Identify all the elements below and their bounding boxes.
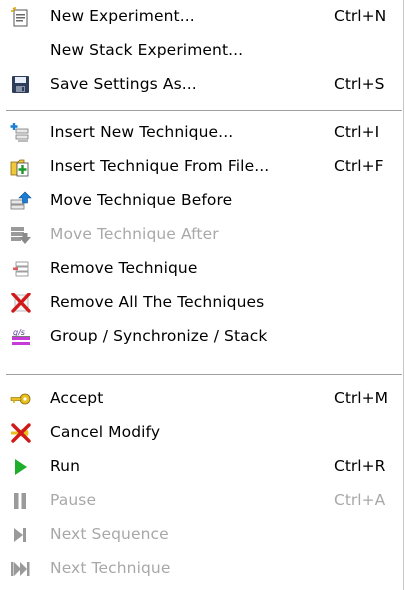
menu-item-label: Next Sequence	[50, 525, 169, 543]
menu-item-label: Insert New Technique...	[50, 123, 234, 141]
menu-item-label: Move Technique Before	[50, 191, 233, 209]
group-synchronize-icon: g/s	[10, 327, 32, 347]
menu-item-new-experiment[interactable]: New Experiment... Ctrl+N	[0, 0, 400, 34]
remove-all-icon	[10, 293, 32, 313]
menu-item-save-settings-as[interactable]: Save Settings As... Ctrl+S	[0, 68, 400, 102]
menu-item-shortcut: Ctrl+N	[334, 7, 387, 25]
insert-technique-icon	[10, 123, 32, 143]
menu-item-new-stack-experiment[interactable]: New Stack Experiment...	[0, 34, 400, 68]
cancel-modify-icon	[10, 423, 32, 443]
remove-technique-icon	[10, 259, 32, 279]
context-menu: New Experiment... Ctrl+N New Stack Exper…	[0, 0, 404, 590]
menu-item-label: Next Technique	[50, 559, 171, 577]
accept-key-icon	[10, 389, 32, 409]
menu-item-shortcut: Ctrl+M	[334, 389, 388, 407]
menu-item-shortcut: Ctrl+R	[334, 457, 386, 475]
menu-item-shortcut: Ctrl+I	[334, 123, 380, 141]
menu-separator	[6, 374, 402, 376]
menu-item-remove-technique[interactable]: Remove Technique	[0, 252, 400, 286]
menu-item-insert-technique-from-file[interactable]: Insert Technique From File... Ctrl+F	[0, 150, 400, 184]
pause-icon	[10, 491, 32, 511]
menu-item-shortcut: Ctrl+S	[334, 75, 385, 93]
menu-item-accept[interactable]: Accept Ctrl+M	[0, 382, 400, 416]
menu-item-label: Cancel Modify	[50, 423, 161, 441]
run-play-icon	[10, 457, 32, 477]
menu-item-run[interactable]: Run Ctrl+R	[0, 450, 400, 484]
menu-item-move-technique-after[interactable]: Move Technique After	[0, 218, 400, 252]
new-experiment-icon	[10, 7, 32, 27]
menu-item-label: Move Technique After	[50, 225, 219, 243]
menu-item-next-sequence[interactable]: Next Sequence	[0, 518, 400, 552]
menu-item-label: Save Settings As...	[50, 75, 197, 93]
menu-item-label: Accept	[50, 389, 104, 407]
menu-item-shortcut: Ctrl+A	[334, 491, 386, 509]
menu-item-label: Remove Technique	[50, 259, 198, 277]
menu-item-label: Run	[50, 457, 81, 475]
insert-from-file-icon	[10, 157, 32, 177]
menu-item-shortcut: Ctrl+F	[334, 157, 384, 175]
next-technique-icon	[10, 559, 32, 579]
menu-item-pause[interactable]: Pause Ctrl+A	[0, 484, 400, 518]
menu-item-move-technique-before[interactable]: Move Technique Before	[0, 184, 400, 218]
move-after-icon	[10, 225, 32, 245]
menu-item-next-technique[interactable]: Next Technique	[0, 552, 400, 586]
menu-item-remove-all-techniques[interactable]: Remove All The Techniques	[0, 286, 400, 320]
menu-separator	[6, 110, 402, 112]
save-disk-icon	[10, 75, 32, 95]
menu-item-label: New Experiment...	[50, 7, 195, 25]
menu-item-group-synchronize-stack[interactable]: g/s Group / Synchronize / Stack	[0, 320, 400, 354]
menu-item-insert-new-technique[interactable]: Insert New Technique... Ctrl+I	[0, 116, 400, 150]
move-before-icon	[10, 191, 32, 211]
next-sequence-icon	[10, 525, 32, 545]
group-icon-text: g/s	[13, 328, 25, 337]
menu-item-label: Pause	[50, 491, 97, 509]
menu-item-label: New Stack Experiment...	[50, 41, 244, 59]
menu-item-cancel-modify[interactable]: Cancel Modify	[0, 416, 400, 450]
menu-item-label: Insert Technique From File...	[50, 157, 270, 175]
menu-item-label: Group / Synchronize / Stack	[50, 327, 268, 345]
menu-item-label: Remove All The Techniques	[50, 293, 265, 311]
